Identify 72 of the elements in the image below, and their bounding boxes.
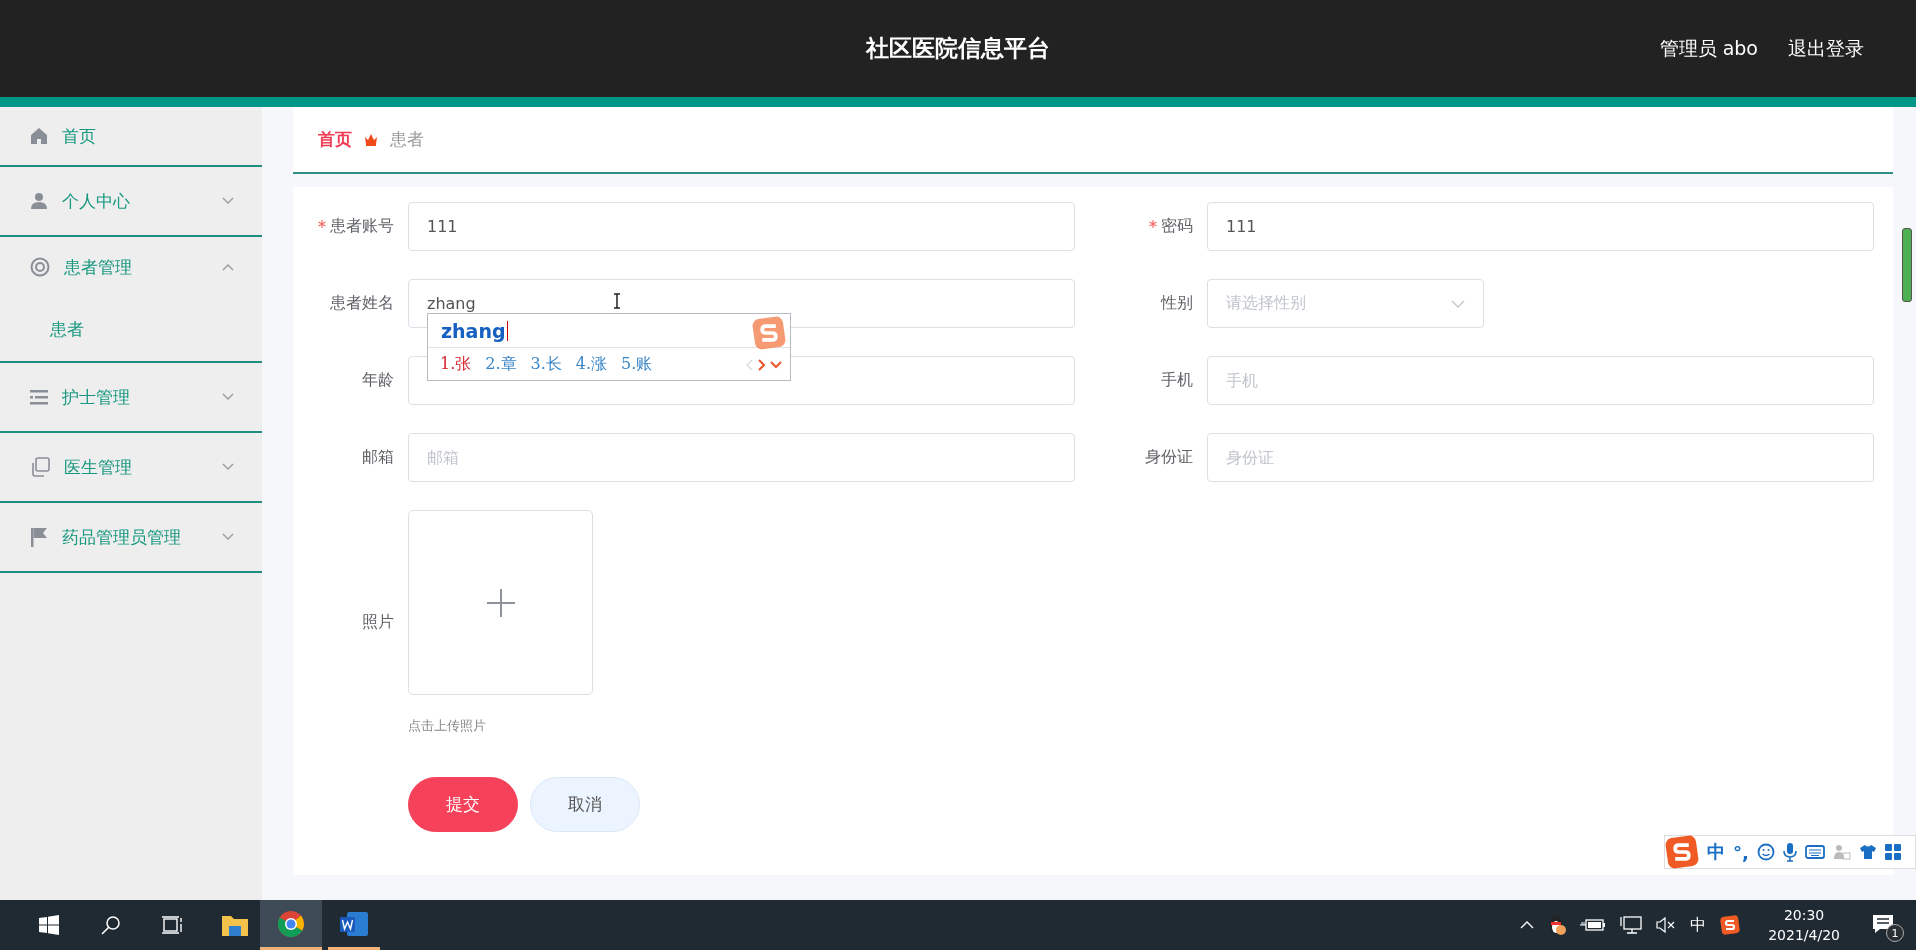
notification-button[interactable]: 1: [1868, 908, 1902, 942]
sidebar-item[interactable]: 患者管理: [0, 237, 262, 297]
field-label: 照片: [361, 612, 395, 633]
ime-candidate[interactable]: 5.账: [621, 354, 653, 375]
home-icon: [30, 127, 48, 145]
crown-icon: [364, 133, 378, 146]
field-label: 密码: [1092, 216, 1207, 237]
text-field[interactable]: 邮箱: [408, 433, 1075, 482]
user-name[interactable]: 管理员 abo: [1659, 35, 1758, 62]
word-icon[interactable]: [339, 910, 369, 937]
logout-link[interactable]: 退出登录: [1788, 35, 1864, 62]
shirt-icon[interactable]: [1858, 844, 1877, 860]
clock-time[interactable]: 20:30: [1783, 905, 1825, 925]
sidebar-item[interactable]: 首页: [0, 107, 262, 167]
breadcrumb-link[interactable]: 首页: [318, 128, 352, 151]
text-cursor-icon: [613, 293, 621, 309]
user-icon: [30, 192, 48, 210]
field-label: 邮箱: [361, 447, 395, 468]
smiley-icon[interactable]: [1756, 843, 1775, 861]
chevron-down-icon: [1451, 299, 1465, 308]
keyboard-icon[interactable]: [1804, 845, 1825, 859]
chevron-down-icon[interactable]: [770, 360, 782, 369]
microphone-icon[interactable]: [1782, 842, 1797, 862]
ime-candidate[interactable]: 1.张: [440, 354, 472, 375]
scrollbar-thumb[interactable]: [1902, 228, 1912, 302]
cancel-button[interactable]: 取消: [530, 777, 640, 832]
sidebar-item[interactable]: 医生管理: [0, 433, 262, 503]
punctuation-toggle[interactable]: °,: [1733, 841, 1749, 863]
list-icon: [30, 389, 48, 405]
copy-icon: [30, 457, 50, 477]
field-label: 手机: [1160, 370, 1194, 391]
browser-icon[interactable]: [277, 909, 305, 938]
upload-hint: 点击上传照片: [408, 717, 487, 735]
sidebar-subitem[interactable]: 患者: [0, 297, 262, 361]
app-title: 社区医院信息平台: [866, 34, 1050, 63]
plus-icon: [486, 588, 515, 617]
sidebar-item[interactable]: 个人中心: [0, 167, 262, 237]
ime-candidate[interactable]: 4.涨: [575, 354, 608, 375]
text-field[interactable]: 111: [408, 202, 1075, 251]
text-field[interactable]: 111: [1207, 202, 1874, 251]
field-label: 性别: [1159, 293, 1194, 314]
submit-button[interactable]: 提交: [408, 777, 518, 832]
chevron-up-icon[interactable]: [1520, 921, 1535, 929]
notification-count: 1: [1886, 924, 1904, 942]
muted-speaker-icon[interactable]: [1656, 917, 1677, 933]
sidebar-item[interactable]: 护士管理: [0, 363, 262, 433]
input-mode-indicator[interactable]: 中: [1690, 914, 1707, 936]
sogou-icon: [752, 316, 786, 350]
sogou-icon[interactable]: [1720, 915, 1741, 935]
battery-icon[interactable]: [1580, 918, 1607, 932]
lifebuoy-icon: [30, 257, 50, 277]
field-label: 患者姓名: [329, 293, 395, 314]
field-label: 年龄: [361, 370, 395, 391]
task-view-icon[interactable]: [162, 915, 184, 935]
penguin-icon[interactable]: [1548, 914, 1567, 936]
ime-candidate[interactable]: 2.章: [485, 354, 517, 375]
text-field[interactable]: 身份证: [1207, 433, 1874, 482]
flag-icon: [30, 527, 48, 547]
breadcrumb-link[interactable]: 患者: [390, 128, 424, 151]
search-icon[interactable]: [101, 915, 121, 935]
ime-candidate[interactable]: 3.长: [530, 354, 562, 375]
folder-icon[interactable]: [221, 913, 249, 937]
clock-date[interactable]: 2021/4/20: [1768, 925, 1840, 945]
ime-mode-toggle[interactable]: 中: [1707, 840, 1725, 864]
windows-icon[interactable]: [39, 915, 59, 935]
sidebar-item[interactable]: 药品管理员管理: [0, 503, 262, 573]
field-label: 患者账号: [293, 216, 408, 237]
field-label: 身份证: [1144, 447, 1194, 468]
text-field[interactable]: 手机: [1207, 356, 1874, 405]
network-icon[interactable]: [1620, 916, 1643, 934]
grid-icon[interactable]: [1884, 844, 1901, 860]
chevron-right-icon[interactable]: [758, 358, 765, 371]
